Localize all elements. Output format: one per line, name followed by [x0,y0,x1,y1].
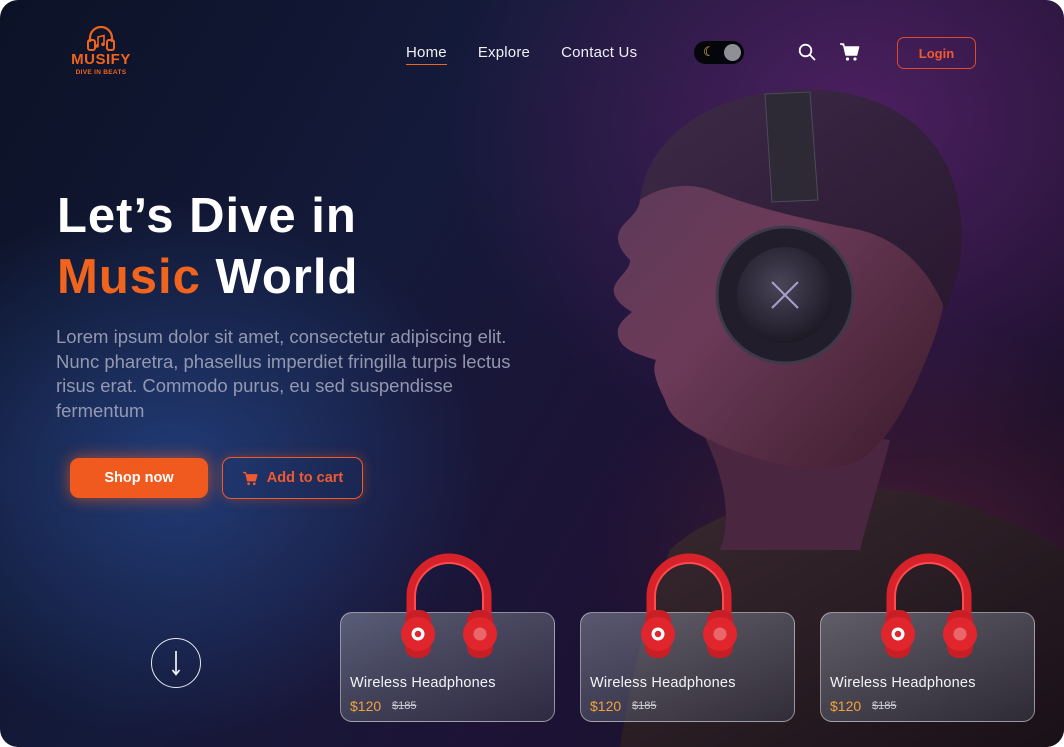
nav-link-contact[interactable]: Contact Us [561,44,637,65]
headphones-product-image [881,553,977,658]
product-name: Wireless Headphones [350,675,496,691]
product-old-price: $185 [632,700,657,712]
hero-title-accent: Music [57,250,201,304]
hero-title: Let’s Dive in Music World [57,186,358,308]
brand-logo[interactable]: MUSIFY DIVE IN BEATS [66,26,136,76]
product-price: $120 [830,698,862,714]
scroll-down-button[interactable] [151,638,201,688]
cart-icon [840,43,860,61]
moon-icon: ☾ [703,44,715,59]
hero-title-rest: World [200,250,359,304]
product-old-price: $185 [392,700,417,712]
product-old-price: $185 [872,700,897,712]
product-price: $120 [590,698,622,714]
cart-button[interactable] [839,42,861,64]
add-to-cart-button[interactable]: Add to cart [222,457,363,499]
theme-toggle[interactable]: ☾ [694,41,744,64]
brand-tagline: DIVE IN BEATS [75,69,127,76]
nav-link-home[interactable]: Home [406,44,447,65]
headphones-product-image [401,553,497,658]
shop-now-button[interactable]: Shop now [70,458,208,498]
product-name: Wireless Headphones [590,675,736,691]
headphones-product-image [641,553,737,658]
nav-link-explore[interactable]: Explore [478,44,530,65]
search-icon [798,43,816,61]
arrow-down-icon [171,651,181,676]
hero-description: Lorem ipsum dolor sit amet, consectetur … [56,326,511,421]
hero-title-line1: Let’s Dive in [57,189,357,243]
main-nav: Home Explore Contact Us [406,44,637,65]
add-to-cart-label: Add to cart [266,470,344,486]
toggle-knob [724,44,741,61]
product-price: $120 [350,698,382,714]
product-name: Wireless Headphones [830,675,976,691]
brand-name: MUSIFY [71,51,131,68]
headphones-logo-icon [87,26,115,51]
login-button[interactable]: Login [897,37,976,69]
landing-page: MUSIFY DIVE IN BEATS Home Explore Contac… [0,0,1064,747]
search-button[interactable] [797,42,819,64]
cart-icon [242,471,258,485]
